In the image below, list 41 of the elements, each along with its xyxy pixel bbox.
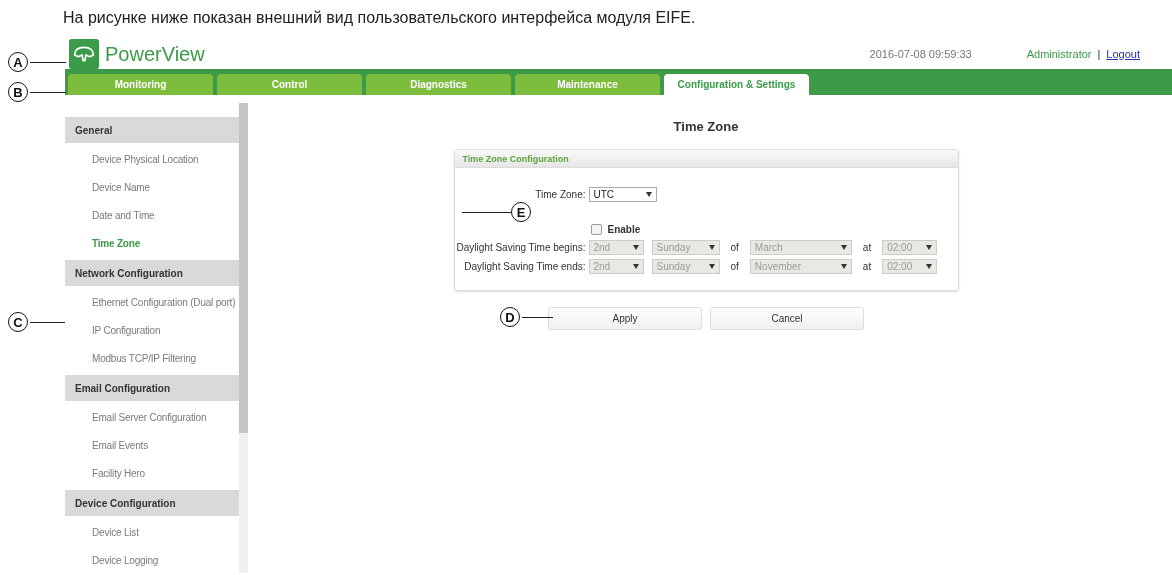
- callout-marker: B: [8, 82, 28, 102]
- connector-text: of: [730, 242, 739, 253]
- dropdown[interactable]: UTC: [588, 187, 657, 202]
- connector-text: at: [862, 242, 872, 253]
- callout-marker: A: [8, 52, 28, 72]
- sidebar-item[interactable]: Ethernet Configuration (Dual port): [65, 288, 241, 316]
- panel-header: Time Zone Configuration: [454, 150, 958, 168]
- connector-text: at: [862, 261, 872, 272]
- section-header: Device Configuration: [65, 490, 241, 516]
- checkbox-label: Enable: [607, 223, 641, 235]
- user-name: Administrator: [1026, 48, 1092, 60]
- field-label: Daylight Saving Time begins:: [455, 242, 586, 253]
- section-header: General: [65, 117, 241, 143]
- section-header: Network Configuration: [65, 260, 241, 286]
- sidebar-item[interactable]: IP Configuration: [65, 316, 241, 344]
- logout-link[interactable]: Logout: [1106, 48, 1140, 60]
- sidebar-item[interactable]: Date and Time: [65, 201, 241, 229]
- callout-marker: E: [511, 202, 531, 222]
- connector-text: of: [730, 261, 739, 272]
- sidebar-item[interactable]: Device List: [65, 518, 241, 546]
- action-button[interactable]: Apply: [548, 307, 702, 330]
- page-title: Time Zone: [673, 119, 739, 136]
- callout-marker: D: [500, 307, 520, 327]
- field-label: Daylight Saving Time ends:: [463, 261, 586, 272]
- action-button[interactable]: Cancel: [710, 307, 864, 330]
- sidebar-item[interactable]: Modbus TCP/IP Filtering: [65, 344, 241, 372]
- sidebar-item[interactable]: Device Physical Location: [65, 145, 241, 173]
- sidebar-item[interactable]: Facility Hero: [65, 459, 241, 487]
- date-time: 2016-07-08 09:59:33: [869, 48, 972, 60]
- sidebar-item[interactable]: Time Zone: [65, 229, 241, 257]
- sidebar-item[interactable]: Email Server Configuration: [65, 403, 241, 431]
- sidebar-item[interactable]: Device Name: [65, 173, 241, 201]
- callout-marker: C: [8, 312, 28, 332]
- tab[interactable]: Configuration & Settings: [664, 74, 809, 95]
- sidebar-item[interactable]: Device Logging: [65, 546, 241, 574]
- product-name: PowerView: [105, 42, 205, 66]
- sidebar-item[interactable]: Email Events: [65, 431, 241, 459]
- section-header: Email Configuration: [65, 375, 241, 401]
- caption-text: На рисунке ниже показан внешний вид пользовательского интерфейса модуля EIFE.: [62, 8, 697, 28]
- separator-text: |: [1097, 48, 1101, 60]
- field-label: Time Zone:: [534, 189, 586, 200]
